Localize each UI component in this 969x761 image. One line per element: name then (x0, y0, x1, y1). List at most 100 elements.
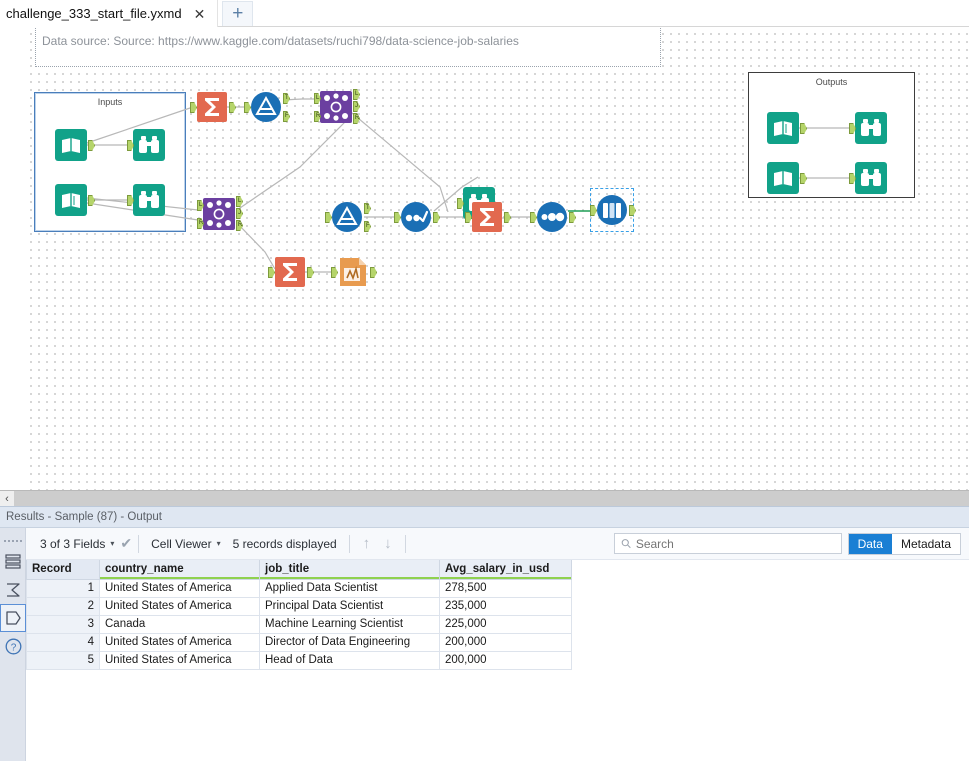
column-header-record[interactable]: Record (26, 560, 100, 580)
cell-viewer-selector[interactable]: Cell Viewer ▾ (145, 537, 226, 551)
anchor-label-join: J (238, 210, 241, 216)
cell-job-title: Head of Data (259, 650, 440, 670)
splitter-track[interactable] (14, 490, 969, 507)
right-output-anchor[interactable]: R (236, 220, 243, 231)
workflow-tab-label: challenge_333_start_file.yxmd (6, 6, 182, 21)
output-data-tool-1[interactable] (767, 112, 807, 144)
output-anchor[interactable] (569, 212, 576, 223)
column-type-indicator (100, 576, 259, 579)
comment-annotation[interactable]: Data source: Source: https://www.kaggle.… (35, 27, 661, 67)
anchor-label-left: L (316, 95, 320, 101)
workflow-tab[interactable]: challenge_333_start_file.yxmd ✕ (0, 0, 219, 27)
filter-tool-2[interactable]: T F (325, 201, 371, 233)
join-output-anchor[interactable]: J (236, 208, 243, 219)
results-title: Results - Sample (87) - Output (6, 511, 162, 523)
running-total-tool-1[interactable] (331, 256, 377, 288)
workflow-canvas[interactable]: Data source: Source: https://www.kaggle.… (0, 27, 969, 490)
search-box[interactable] (613, 533, 842, 554)
input-data-icon (55, 129, 87, 161)
summarize-tool-2[interactable] (465, 201, 511, 233)
question-glyph: ? (5, 638, 21, 654)
table-header-row: Record country_name job_title Avg_salary… (26, 560, 572, 580)
true-output-anchor[interactable]: T (364, 203, 371, 214)
false-output-anchor[interactable]: F (364, 221, 371, 232)
column-type-indicator (440, 576, 571, 579)
toolbar-divider (138, 534, 140, 553)
filter-tool-1[interactable]: T F (244, 91, 290, 123)
anchor-label-true: T (285, 95, 289, 101)
browse-tool-1[interactable] (127, 129, 165, 161)
input-data-tool-2[interactable] (55, 184, 95, 216)
filter-icon (251, 92, 281, 122)
table-row[interactable]: 5 United States of America Head of Data … (26, 650, 572, 670)
select-tool-1[interactable] (590, 188, 636, 232)
sigma-icon[interactable] (0, 576, 26, 604)
sort-tool-1[interactable] (394, 201, 440, 233)
toolbar-divider (348, 534, 350, 553)
table-header: Record country_name job_title Avg_salary… (26, 560, 572, 580)
tag-icon[interactable] (0, 604, 26, 632)
table-row[interactable]: 1 United States of America Applied Data … (26, 578, 572, 598)
chevron-down-icon: ▾ (110, 539, 115, 548)
join-output-anchor[interactable]: J (353, 101, 360, 112)
join-tool-1[interactable]: L R L J R (314, 89, 360, 124)
sample-tool-1[interactable] (530, 201, 576, 233)
check-icon[interactable]: ✔ (120, 535, 132, 552)
tool-container-outputs-title: Outputs (815, 77, 848, 87)
table-row[interactable]: 2 United States of America Principal Dat… (26, 596, 572, 616)
results-table: Record country_name job_title Avg_salary… (26, 560, 572, 670)
cell-record: 5 (26, 650, 100, 670)
data-view-button[interactable]: Data (848, 533, 892, 554)
metadata-view-button[interactable]: Metadata (891, 533, 960, 554)
column-header-job-title[interactable]: job_title (259, 560, 440, 580)
anchor-label-right: R (238, 222, 243, 228)
scroll-down-icon[interactable]: ↓ (377, 535, 399, 552)
column-header-avg-salary-label: Avg_salary_in_usd (445, 563, 550, 576)
summarize-icon (472, 202, 502, 232)
column-header-avg-salary[interactable]: Avg_salary_in_usd (439, 560, 572, 580)
join-tool-2[interactable]: L R L J R (197, 196, 243, 231)
close-icon[interactable]: ✕ (192, 7, 208, 21)
right-output-anchor[interactable]: R (353, 113, 360, 124)
table-row[interactable]: 3 Canada Machine Learning Scientist 225,… (26, 614, 572, 634)
new-tab-button[interactable]: + (222, 1, 254, 26)
horizontal-splitter[interactable]: ‹ (0, 490, 969, 507)
browse-tool-4[interactable] (849, 112, 887, 144)
summarize-tool-1[interactable] (190, 91, 236, 123)
anchor-label-false: F (366, 223, 370, 229)
results-toolbar: 3 of 3 Fields ▾ ✔ Cell Viewer ▾ 5 record… (26, 528, 969, 560)
records-displayed-label: 5 records displayed (232, 536, 337, 551)
browse-icon (855, 112, 887, 144)
input-data-icon (55, 184, 87, 216)
help-icon[interactable]: ? (0, 632, 26, 660)
output-anchor[interactable] (307, 267, 314, 278)
fields-selector[interactable]: 3 of 3 Fields ▾ (34, 537, 120, 551)
output-anchor[interactable] (229, 102, 236, 113)
scroll-up-icon[interactable]: ↑ (356, 535, 378, 552)
output-data-tool-2[interactable] (767, 162, 807, 194)
input-data-icon (767, 112, 799, 144)
column-header-country-name[interactable]: country_name (99, 560, 260, 580)
browse-tool-2[interactable] (127, 184, 165, 216)
collapse-panel-icon[interactable]: ‹ (0, 490, 14, 507)
output-anchor[interactable] (629, 205, 636, 216)
output-anchor[interactable] (370, 267, 377, 278)
left-output-anchor[interactable]: L (353, 89, 360, 100)
summarize-tool-3[interactable] (268, 256, 314, 288)
browse-tool-5[interactable] (849, 162, 887, 194)
output-anchor[interactable] (433, 212, 440, 223)
cell-country-name: United States of America (99, 596, 260, 616)
data-layers-icon[interactable] (0, 548, 26, 576)
drag-grip-icon[interactable] (3, 538, 22, 545)
layers-glyph (5, 554, 21, 569)
cell-record: 3 (26, 614, 100, 634)
left-output-anchor[interactable]: L (236, 196, 243, 207)
table-row[interactable]: 4 United States of America Director of D… (26, 632, 572, 652)
cell-job-title: Applied Data Scientist (259, 578, 440, 598)
true-output-anchor[interactable]: T (283, 93, 290, 104)
search-input[interactable] (635, 536, 835, 551)
results-grid[interactable]: Record country_name job_title Avg_salary… (26, 560, 969, 761)
output-anchor[interactable] (504, 212, 511, 223)
false-output-anchor[interactable]: F (283, 111, 290, 122)
input-data-tool-1[interactable] (55, 129, 95, 161)
